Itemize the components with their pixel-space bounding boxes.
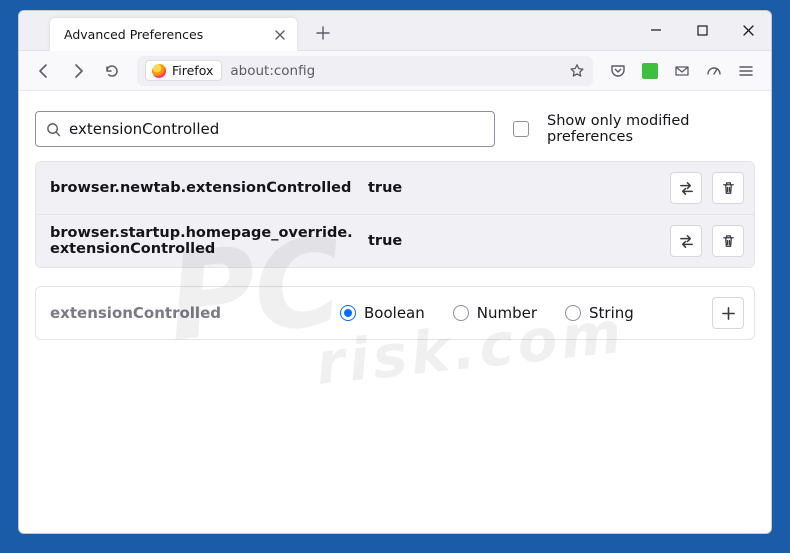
- tab-title: Advanced Preferences: [64, 27, 203, 42]
- show-modified-label: Show only modified preferences: [547, 113, 755, 145]
- radio-number[interactable]: Number: [453, 304, 537, 322]
- mail-icon: [674, 63, 690, 79]
- close-window-icon: [742, 24, 755, 37]
- radio-label: Boolean: [364, 304, 425, 322]
- pref-row[interactable]: browser.newtab.extensionControlled true: [36, 162, 754, 214]
- minimize-button[interactable]: [633, 10, 679, 50]
- firefox-logo-icon: [152, 64, 166, 78]
- close-icon[interactable]: [273, 28, 287, 42]
- search-value: extensionControlled: [69, 120, 219, 138]
- type-radio-group: Boolean Number String: [340, 304, 634, 322]
- swap-icon: [678, 180, 695, 197]
- forward-icon: [70, 63, 86, 79]
- forward-button[interactable]: [63, 56, 93, 86]
- bookmark-button[interactable]: [569, 63, 585, 79]
- window-controls: [633, 10, 771, 50]
- pref-value: true: [368, 233, 402, 249]
- reload-icon: [104, 63, 120, 79]
- hamburger-menu-icon: [738, 63, 754, 79]
- toggle-button[interactable]: [670, 225, 702, 257]
- radio-label: Number: [477, 304, 537, 322]
- show-modified-checkbox[interactable]: [513, 121, 529, 137]
- radio-boolean[interactable]: Boolean: [340, 304, 425, 322]
- search-row: extensionControlled Show only modified p…: [35, 111, 755, 147]
- close-window-button[interactable]: [725, 10, 771, 50]
- search-icon: [46, 122, 61, 137]
- add-button[interactable]: [712, 297, 744, 329]
- delete-button[interactable]: [712, 225, 744, 257]
- reload-button[interactable]: [97, 56, 127, 86]
- extension-button[interactable]: [635, 56, 665, 86]
- identity-label: Firefox: [172, 63, 213, 78]
- new-pref-name: extensionControlled: [50, 304, 330, 322]
- pref-value: true: [368, 180, 402, 196]
- plus-icon: [316, 26, 330, 40]
- pocket-icon: [610, 63, 626, 79]
- url-bar[interactable]: Firefox about:config: [137, 56, 593, 86]
- plus-icon: [721, 306, 736, 321]
- back-icon: [36, 63, 52, 79]
- url-text: about:config: [230, 63, 315, 79]
- minimize-icon: [650, 24, 662, 36]
- toggle-button[interactable]: [670, 172, 702, 204]
- about-config-content: extensionControlled Show only modified p…: [19, 91, 771, 533]
- trash-icon: [721, 181, 736, 196]
- bookmark-star-icon: [569, 63, 585, 79]
- preferences-list: browser.newtab.extensionControlled true …: [35, 161, 755, 268]
- maximize-icon: [697, 25, 708, 36]
- pref-row[interactable]: browser.startup.homepage_override.extens…: [36, 214, 754, 267]
- search-input[interactable]: extensionControlled: [35, 111, 495, 147]
- toolbar-right-icons: [603, 56, 761, 86]
- back-button[interactable]: [29, 56, 59, 86]
- pref-name: browser.newtab.extensionControlled: [50, 180, 358, 196]
- radio-icon: [340, 305, 356, 321]
- titlebar: Advanced Preferences: [19, 11, 771, 51]
- browser-window: Advanced Preferences: [18, 10, 772, 534]
- toolbar: Firefox about:config: [19, 51, 771, 91]
- extension-icon: [642, 63, 658, 79]
- pref-name: browser.startup.homepage_override.extens…: [50, 225, 358, 257]
- radio-string[interactable]: String: [565, 304, 634, 322]
- new-tab-button[interactable]: [308, 18, 338, 48]
- swap-icon: [678, 233, 695, 250]
- dashboard-button[interactable]: [699, 56, 729, 86]
- dashboard-icon: [706, 63, 722, 79]
- trash-icon: [721, 234, 736, 249]
- radio-icon: [453, 305, 469, 321]
- delete-button[interactable]: [712, 172, 744, 204]
- pocket-button[interactable]: [603, 56, 633, 86]
- maximize-button[interactable]: [679, 10, 725, 50]
- new-pref-row: extensionControlled Boolean Number Strin…: [35, 286, 755, 340]
- browser-tab[interactable]: Advanced Preferences: [49, 17, 298, 51]
- radio-label: String: [589, 304, 634, 322]
- site-identity[interactable]: Firefox: [145, 60, 222, 81]
- menu-button[interactable]: [731, 56, 761, 86]
- radio-icon: [565, 305, 581, 321]
- mail-button[interactable]: [667, 56, 697, 86]
